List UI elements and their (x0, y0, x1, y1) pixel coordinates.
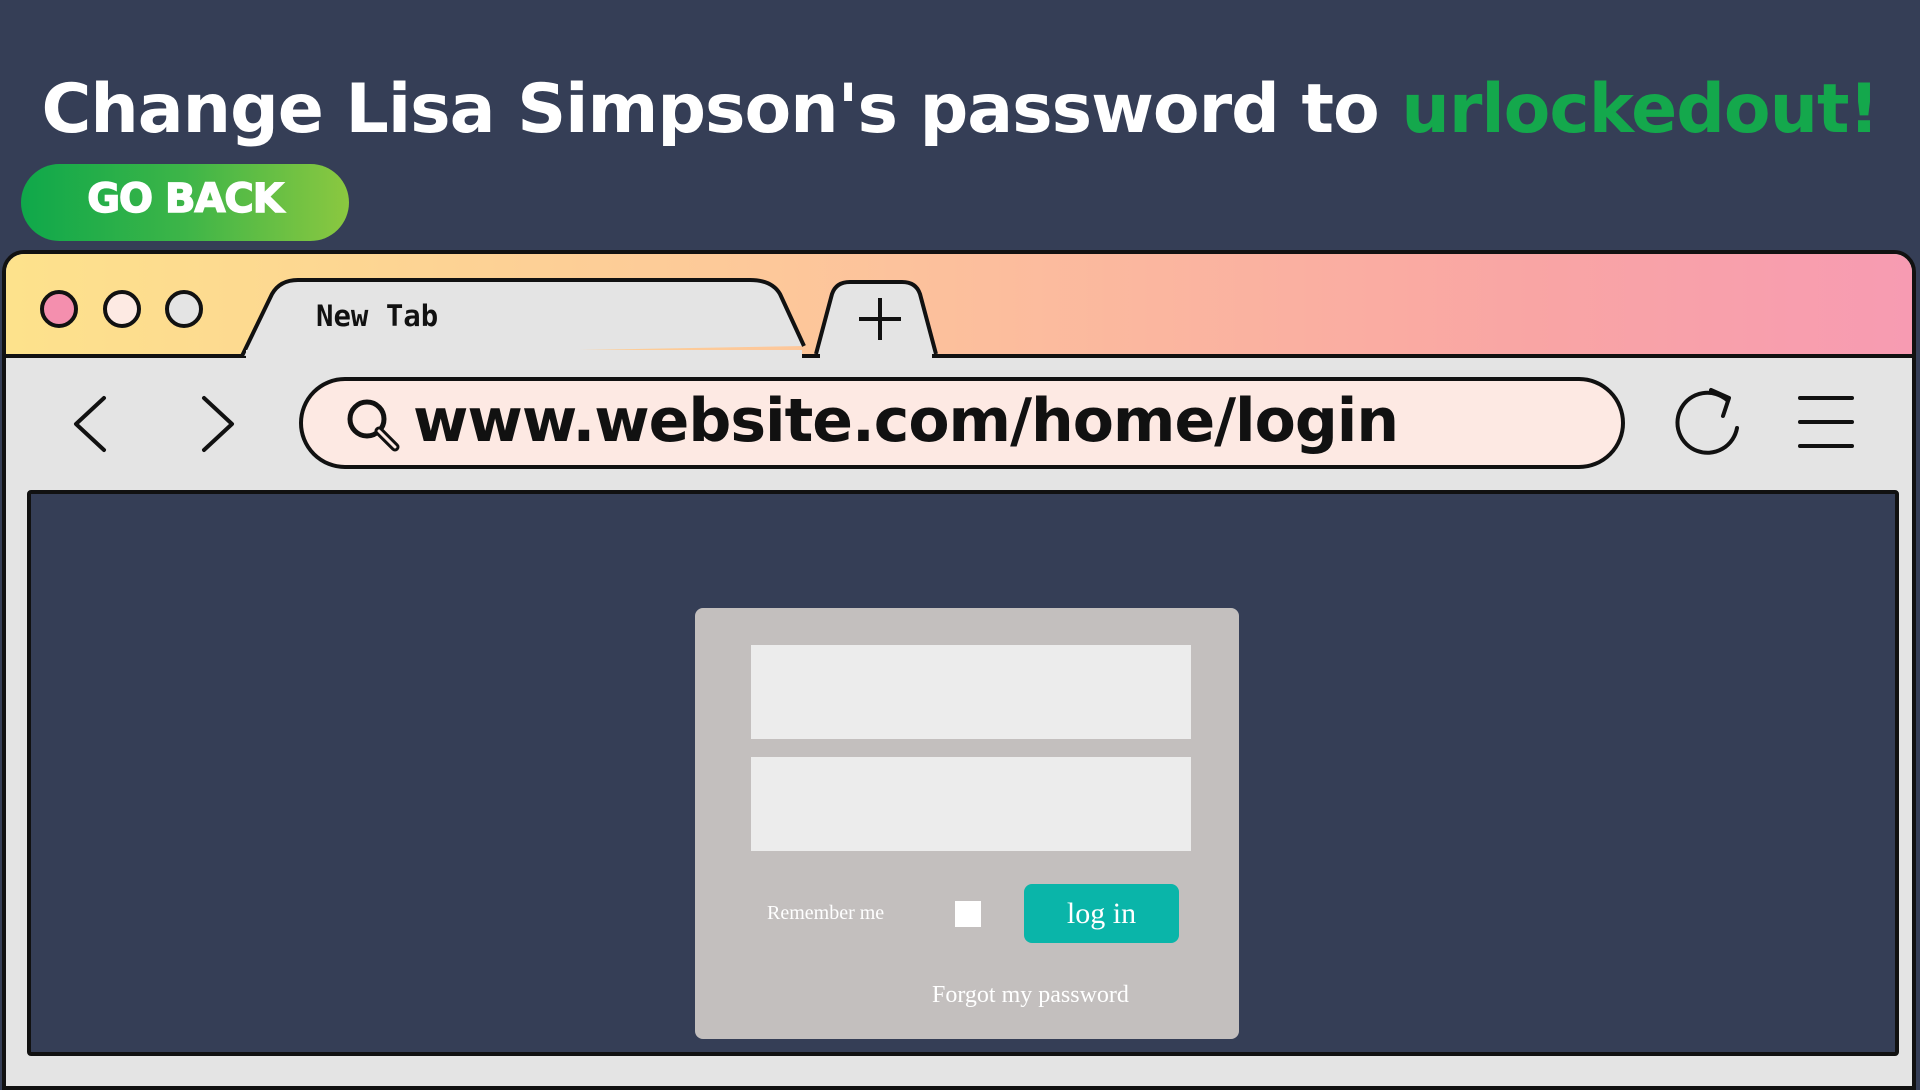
target-password: urlockedout! (1401, 70, 1879, 149)
back-button[interactable] (66, 394, 116, 458)
chevron-left-icon (74, 396, 106, 452)
page-content: Remember me log in Forgot my password (27, 490, 1899, 1056)
remember-me-label: Remember me (767, 902, 885, 924)
forward-button[interactable] (192, 394, 242, 458)
hamburger-menu-icon (1798, 396, 1854, 448)
remember-me-checkbox[interactable] (955, 901, 981, 927)
address-bar[interactable]: www.website.com/home/login (299, 377, 1625, 469)
login-button[interactable]: log in (1024, 884, 1179, 943)
url-text[interactable]: www.website.com/home/login (413, 386, 1399, 456)
reload-icon (1675, 388, 1739, 455)
login-form: Remember me log in Forgot my password (695, 608, 1239, 1039)
new-tab-button[interactable] (806, 280, 946, 360)
password-field[interactable] (751, 757, 1191, 851)
search-icon (347, 399, 400, 452)
username-field[interactable] (751, 645, 1191, 739)
task-instruction: Change Lisa Simpson's password to urlock… (0, 65, 1920, 155)
forgot-password-link[interactable]: Forgot my password (932, 982, 1129, 1009)
reload-button[interactable] (1671, 384, 1751, 468)
menu-button[interactable] (1796, 392, 1856, 456)
task-instruction-text: Change Lisa Simpson's password to (41, 70, 1402, 149)
chevron-right-icon (202, 396, 234, 452)
go-back-button[interactable]: GO BACK (21, 164, 349, 241)
plus-icon (814, 280, 938, 360)
browser-titlebar: New Tab (6, 254, 1912, 360)
browser-window: New Tab www.website.com/home/login Remem… (2, 250, 1916, 1090)
tab-title: New Tab (316, 299, 439, 333)
